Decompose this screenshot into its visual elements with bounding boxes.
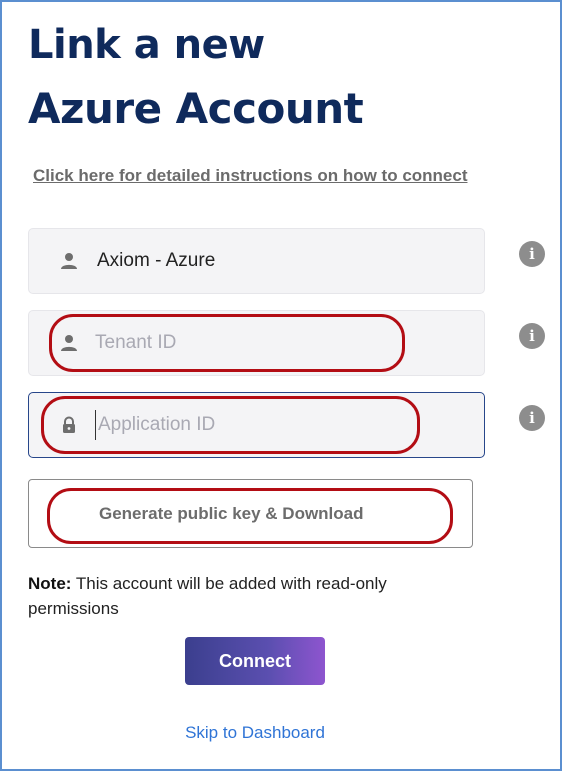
note-label: Note: xyxy=(28,574,72,593)
account-name-field[interactable]: Axiom - Azure xyxy=(28,228,485,294)
connect-button[interactable]: Connect xyxy=(185,637,325,685)
application-id-input[interactable] xyxy=(95,410,455,440)
page-frame: Link a new Azure Account Click here for … xyxy=(0,0,562,771)
permissions-note: Note: This account will be added with re… xyxy=(28,571,448,621)
generate-public-key-button[interactable]: Generate public key & Download xyxy=(28,479,473,548)
user-icon xyxy=(61,253,77,269)
tenant-id-input[interactable] xyxy=(95,328,455,358)
tenant-id-field[interactable] xyxy=(28,310,485,376)
skip-to-dashboard-link[interactable]: Skip to Dashboard xyxy=(2,723,508,743)
application-id-info-icon[interactable]: i xyxy=(519,405,545,431)
account-name-info-icon[interactable]: i xyxy=(519,241,545,267)
account-name-value: Axiom - Azure xyxy=(97,250,216,271)
user-icon xyxy=(61,335,77,351)
tenant-id-info-icon[interactable]: i xyxy=(519,323,545,349)
note-text: This account will be added with read-onl… xyxy=(28,574,387,618)
page-title-line2: Azure Account xyxy=(28,84,364,133)
generate-public-key-label: Generate public key & Download xyxy=(99,503,364,523)
page-title-line1: Link a new xyxy=(28,22,265,68)
lock-icon xyxy=(63,416,75,433)
instructions-link[interactable]: Click here for detailed instructions on … xyxy=(33,166,468,186)
application-id-field[interactable] xyxy=(28,392,485,458)
